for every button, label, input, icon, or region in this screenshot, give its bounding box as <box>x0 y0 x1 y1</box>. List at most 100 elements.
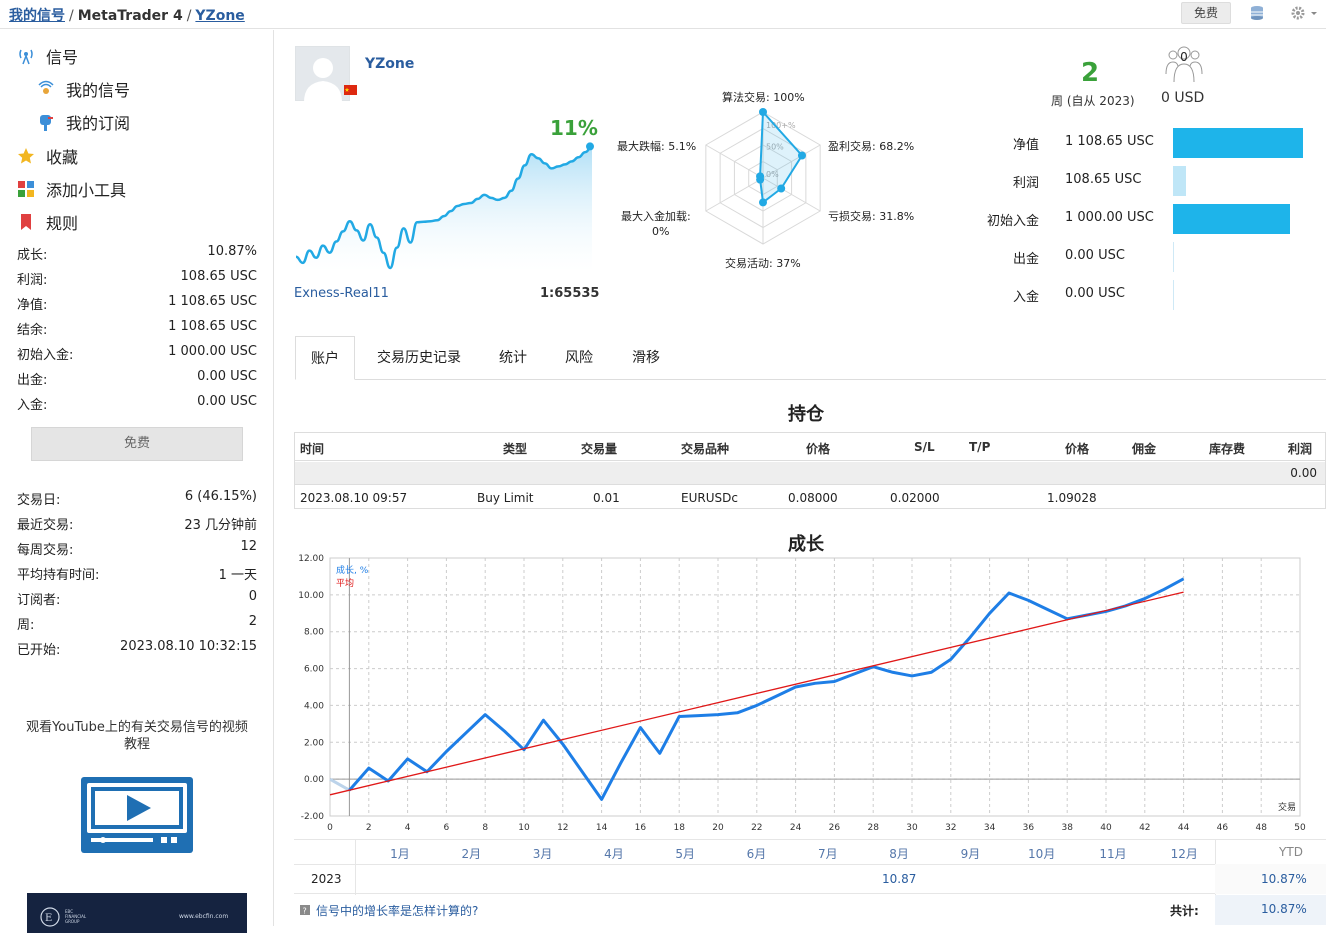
col-swap[interactable]: 库存费 <box>1209 440 1245 457</box>
row-sl: 0.02000 <box>890 491 940 505</box>
sidebar-item-my-subscriptions[interactable]: 我的订阅 <box>36 110 130 134</box>
row-type: Buy Limit <box>477 491 534 505</box>
info-label: 订阅者: <box>17 593 61 608</box>
antenna-icon <box>19 49 33 65</box>
col-price[interactable]: 价格 <box>806 440 830 457</box>
legend-average: 平均 <box>336 577 354 589</box>
info-value: 23 几分钟前 <box>184 518 257 533</box>
radar-point <box>759 198 767 207</box>
total-profit: 0.00 <box>1290 466 1317 480</box>
month-header: 4月 <box>604 847 624 861</box>
user-silhouette-icon <box>304 58 342 102</box>
top-bar: 我的信号 / MetaTrader 4/YZone 免费 <box>0 0 1326 29</box>
balance-bar <box>1173 204 1290 234</box>
x-tick-label: 4 <box>405 823 411 833</box>
total-value: 10.87% <box>1261 902 1307 916</box>
x-tick-label: 36 <box>1023 823 1035 833</box>
month-header: 5月 <box>675 847 695 861</box>
balance-value: 108.65 USC <box>1065 172 1142 187</box>
radar-label-loss-trades: 亏损交易: 31.8% <box>828 210 915 223</box>
breadcrumb-mt4[interactable]: MetaTrader 4 <box>78 8 183 24</box>
year-value[interactable]: 10.87 <box>882 872 916 886</box>
col-tp[interactable]: T/P <box>969 440 990 454</box>
y-tick-label: 6.00 <box>304 665 324 675</box>
sidebar-item-rules[interactable]: 规则 <box>16 210 78 234</box>
radar-label-activity: 交易活动: 37% <box>725 257 801 270</box>
growth-faq-link[interactable]: 信号中的增长率是怎样计算的? <box>316 902 478 919</box>
radar-chart: 100+%50%0% <box>705 108 821 245</box>
col-symbol[interactable]: 交易品种 <box>681 440 729 457</box>
stat-value: 0.00 USC <box>197 394 257 409</box>
info-label: 已开始: <box>17 643 61 658</box>
youtube-tutorial-text[interactable]: 观看YouTube上的有关交易信号的视频教程 <box>22 719 252 753</box>
breadcrumb-my-signals[interactable]: 我的信号 <box>9 8 65 24</box>
info-row: 交易日: 6 (46.15%) <box>17 489 257 508</box>
balance-bar <box>1173 280 1174 310</box>
table-total-row: 0.00 <box>295 462 1325 485</box>
free-button[interactable]: 免费 <box>31 427 243 461</box>
balance-bar <box>1173 128 1303 158</box>
free-button-top[interactable]: 免费 <box>1181 2 1231 24</box>
mini-chart-endpoint <box>586 142 594 151</box>
info-label: 最近交易: <box>17 518 74 533</box>
tab-statistics[interactable]: 统计 <box>492 336 534 380</box>
info-label: 周: <box>17 618 35 633</box>
sidebar-item-signals[interactable]: 信号 <box>16 44 78 68</box>
col-volume[interactable]: 交易量 <box>581 440 617 457</box>
month-header: 3月 <box>532 847 553 861</box>
divider <box>355 839 356 895</box>
widget-icon <box>18 181 34 197</box>
sidebar-item-favorites[interactable]: 收藏 <box>16 144 78 168</box>
col-time[interactable]: 时间 <box>300 440 324 457</box>
radar-point <box>759 108 767 116</box>
radar-label-max-deposit-load: 最大入金加载: <box>621 210 691 223</box>
gear-icon[interactable] <box>1290 5 1306 21</box>
info-row: 平均持有时间: 1 一天 <box>17 564 257 583</box>
tab-risks[interactable]: 风险 <box>558 336 600 380</box>
x-tick-label: 6 <box>444 823 450 833</box>
sidebar-item-add-widget[interactable]: 添加小工具 <box>16 177 126 201</box>
stat-row: 成长: 10.87% <box>17 244 257 263</box>
col-type[interactable]: 类型 <box>503 440 527 457</box>
x-tick-label: 40 <box>1100 823 1112 833</box>
broker-server[interactable]: Exness-Real11 <box>294 286 389 301</box>
signal-name[interactable]: YZone <box>365 56 414 72</box>
tab-trade-history[interactable]: 交易历史记录 <box>373 336 465 380</box>
x-axis-label: 交易 <box>1278 801 1296 813</box>
x-tick-label: 24 <box>790 823 802 833</box>
x-tick-label: 16 <box>635 823 647 833</box>
sidebar-item-label: 信号 <box>46 48 79 67</box>
col-profit[interactable]: 利润 <box>1288 440 1312 457</box>
tab-account[interactable]: 账户 <box>295 336 355 380</box>
sidebar: 信号 我的信号 我的订阅 收藏 添加小工具 规则 成长: 10.87% 利润: 108… <box>0 30 274 933</box>
info-row: 订阅者: 0 <box>17 589 257 608</box>
info-value: 2 <box>248 614 257 629</box>
balance-label: 初始入金 <box>986 214 1039 229</box>
tab-slippage[interactable]: 滑移 <box>625 336 667 380</box>
col-commission[interactable]: 佣金 <box>1132 440 1156 457</box>
x-tick-label: 30 <box>906 823 918 833</box>
radar-label-profit-trades: 盈利交易: 68.2% <box>828 140 915 153</box>
info-row: 已开始: 2023.08.10 10:32:15 <box>17 639 257 658</box>
ebc-url: www.ebcfin.com <box>179 913 229 920</box>
col-sl[interactable]: S/L <box>914 440 935 454</box>
stat-value: 0.00 USC <box>197 369 257 384</box>
breadcrumb-yzone[interactable]: YZone <box>195 8 244 24</box>
chevron-down-icon[interactable] <box>1309 5 1319 21</box>
col-price-current[interactable]: 价格 <box>1065 440 1089 457</box>
y-tick-label: 2.00 <box>304 738 324 748</box>
balance-value: 0.00 USC <box>1065 248 1125 263</box>
month-header: 6月 <box>746 847 767 861</box>
x-tick-label: 44 <box>1178 823 1190 833</box>
stat-row: 出金: 0.00 USC <box>17 369 257 388</box>
sidebar-item-my-signals[interactable]: 我的信号 <box>36 77 130 101</box>
ebc-banner[interactable]: E EBC FINANCIAL GROUP www.ebcfin.com <box>27 893 247 933</box>
stat-value: 108.65 USC <box>180 269 257 284</box>
database-icon[interactable] <box>1249 5 1265 21</box>
year-label: 2023 <box>311 872 342 886</box>
info-value: 2023.08.10 10:32:15 <box>120 639 257 654</box>
y-tick-label: 10.00 <box>298 591 324 601</box>
video-tutorial-icon[interactable] <box>81 777 193 853</box>
info-label: 平均持有时间: <box>17 568 100 583</box>
row-symbol: EURUSDc <box>681 491 738 505</box>
